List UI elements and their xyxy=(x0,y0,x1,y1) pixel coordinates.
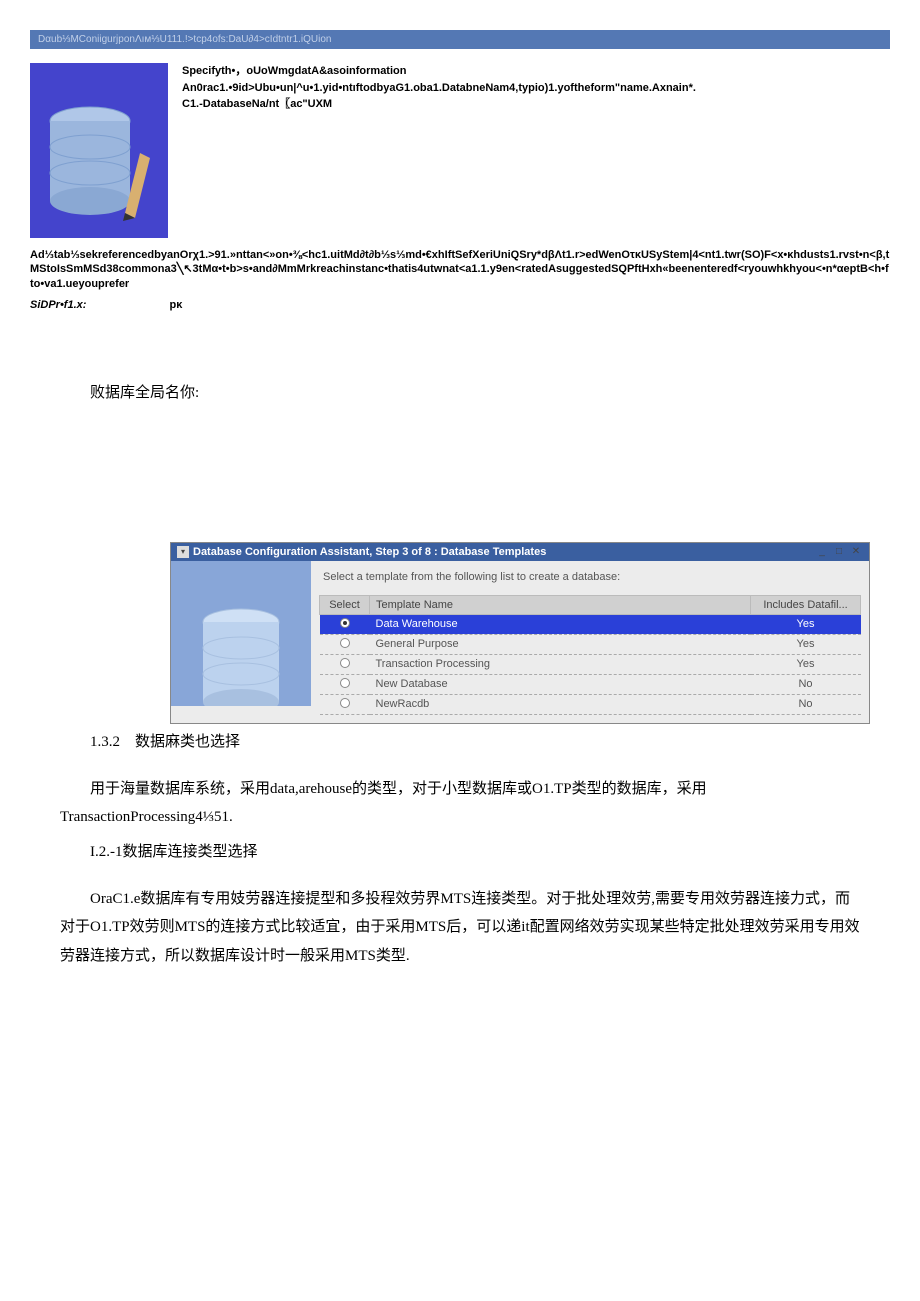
template-name-cell: New Database xyxy=(370,674,751,694)
database-hero-image xyxy=(30,63,168,238)
specify-line: Specifyth•，oUoWmgdatA&asoinformation xyxy=(182,63,696,80)
section-1-2-1: I.2.-1数据库连接类型选择 xyxy=(90,840,890,861)
global-name-heading: 败据库全局名你: xyxy=(90,381,890,402)
table-row[interactable]: Transaction ProcessingYes xyxy=(320,654,861,674)
radio-icon[interactable] xyxy=(340,618,350,628)
radio-icon[interactable] xyxy=(340,698,350,708)
table-row[interactable]: Data WarehouseYes xyxy=(320,614,861,634)
section-1-3-2: 1.3.2 数据麻类也选择 xyxy=(90,730,890,751)
dialog-step3-titlebar[interactable]: ▾ Database Configuration Assistant, Step… xyxy=(171,543,869,561)
maximize-icon[interactable]: □ xyxy=(832,546,846,558)
dialog-step3: ▾ Database Configuration Assistant, Step… xyxy=(170,542,870,724)
table-row[interactable]: General PurposeYes xyxy=(320,634,861,654)
garbled-description: Ad⅓tab⅓sekreferencedbyanOrχ1.>91.»nttan<… xyxy=(30,248,890,291)
radio-icon[interactable] xyxy=(340,638,350,648)
col-select: Select xyxy=(320,595,370,614)
radio-cell[interactable] xyxy=(320,634,370,654)
template-name-cell: Transaction Processing xyxy=(370,654,751,674)
sid-prefix-label: SiDPr•f1.x: xyxy=(30,299,86,311)
template-name-cell: NewRacdb xyxy=(370,694,751,714)
dialog-step3-title: Database Configuration Assistant, Step 3… xyxy=(193,546,812,558)
sid-prefix-value: pκ xyxy=(170,299,183,311)
oracle-sid-line: An0rac1.•9id>Ubu•un|^u•1.yid•ntıftodbyaG… xyxy=(182,80,696,97)
dialog-step4-text: Specifyth•，oUoWmgdatA&asoinformation An0… xyxy=(182,63,696,238)
template-instruction: Select a template from the following lis… xyxy=(319,571,861,583)
col-template-name: Template Name xyxy=(370,595,751,614)
database-cylinder-icon xyxy=(191,606,291,706)
template-name-cell: General Purpose xyxy=(370,634,751,654)
radio-icon[interactable] xyxy=(340,678,350,688)
includes-cell: Yes xyxy=(751,634,861,654)
radio-cell[interactable] xyxy=(320,674,370,694)
radio-cell[interactable] xyxy=(320,614,370,634)
col-includes: Includes Datafil... xyxy=(751,595,861,614)
template-side-image xyxy=(171,561,311,706)
dialog-step4: Dαub⅓MConiigurjponΛıм⅓U111.!>tcp4ofs:DaU… xyxy=(30,30,890,238)
paragraph-template-choice: 用于海量数据库系统，采用data,arehouse的类型，对于小型数据库或O1.… xyxy=(60,775,860,832)
includes-cell: Yes xyxy=(751,614,861,634)
database-name-line: C1.-DatabaseNa/nt〖ac"UXM xyxy=(182,96,696,113)
chevron-down-icon[interactable]: ▾ xyxy=(177,546,189,558)
radio-cell[interactable] xyxy=(320,654,370,674)
includes-cell: No xyxy=(751,694,861,714)
includes-cell: Yes xyxy=(751,654,861,674)
table-row[interactable]: NewRacdbNo xyxy=(320,694,861,714)
template-name-cell: Data Warehouse xyxy=(370,614,751,634)
sid-prefix-row: SiDPr•f1.x: pκ xyxy=(30,299,890,311)
paragraph-connection-type: OraC1.e数据库有专用妓劳器连接提型和多投程效劳界MTS连接类型。对于批处理… xyxy=(60,885,860,971)
table-row[interactable]: New DatabaseNo xyxy=(320,674,861,694)
dialog-step4-titlebar: Dαub⅓MConiigurjponΛıм⅓U111.!>tcp4ofs:DaU… xyxy=(30,30,890,49)
radio-icon[interactable] xyxy=(340,658,350,668)
minimize-icon[interactable]: _ xyxy=(815,546,829,558)
database-cylinder-icon xyxy=(45,103,155,233)
radio-cell[interactable] xyxy=(320,694,370,714)
template-table: Select Template Name Includes Datafil...… xyxy=(319,595,861,715)
close-icon[interactable]: ✕ xyxy=(849,546,863,558)
includes-cell: No xyxy=(751,674,861,694)
